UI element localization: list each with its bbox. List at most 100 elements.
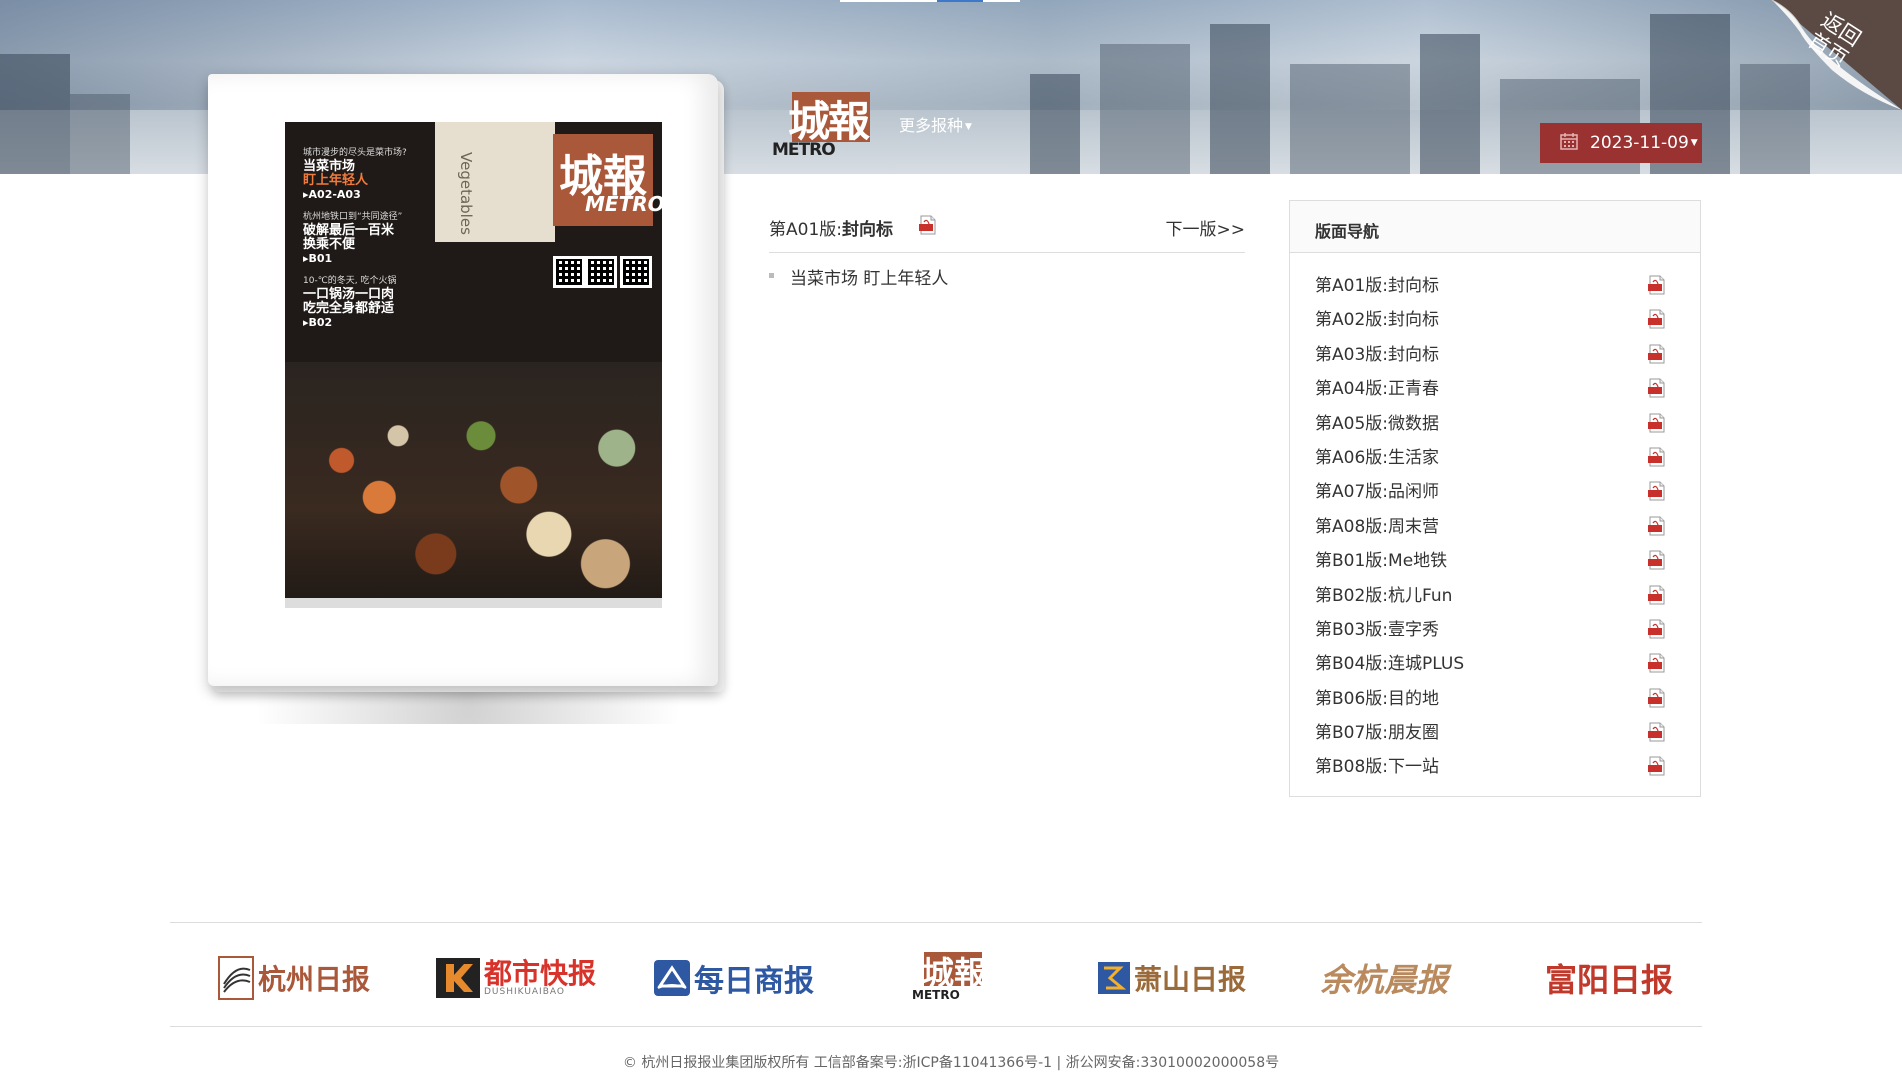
banner-building [70, 94, 130, 174]
edition-header: 第A01版:封向标 下一版>> [769, 212, 1245, 253]
footer-divider [170, 922, 1702, 923]
nav-item-label: 第A08版:周末营 [1315, 516, 1439, 537]
cover-headline: 城市漫步的尽头是菜市场? 当菜市场 盯上年轻人 ▸A02-A03 [303, 146, 453, 202]
headline-title: 吃完全身都舒适 [303, 301, 395, 316]
cover-headline: 10-℃的冬天, 吃个火锅 一口锅汤一口肉 吃完全身都舒适 ▸B02 [303, 274, 453, 330]
banner-top-bar [840, 0, 1020, 2]
edition-nav-list: 第A01版:封向标 第A02版:封向标 第A03版:封向标 第A04版:正青春 … [1290, 253, 1700, 787]
nav-item[interactable]: 第B02版:杭儿Fun [1290, 581, 1700, 615]
pdf-icon[interactable] [1648, 481, 1666, 501]
partner-dushi-kuaibao[interactable]: 都市快报 DUSHIKUAIBAO [436, 952, 596, 1004]
pdf-file-icon [1648, 550, 1665, 570]
cover-sign-text: Vegetables [457, 152, 475, 235]
pdf-icon[interactable] [1648, 619, 1666, 639]
metro-logo[interactable]: 城報 METRO [772, 92, 880, 162]
edition-nav-panel: 版面导航 第A01版:封向标 第A02版:封向标 第A03版:封向标 第A04版… [1289, 200, 1701, 797]
partner-name: 杭州日报 [258, 963, 371, 996]
pdf-file-icon [1648, 447, 1665, 467]
pdf-icon[interactable] [1648, 516, 1666, 536]
daily-business-logo-icon [654, 960, 690, 996]
banner-building [1210, 24, 1270, 174]
nav-item-label: 第B04版:连城PLUS [1315, 654, 1465, 675]
pdf-file-icon [1648, 722, 1665, 742]
partner-metro[interactable]: 城報 METRO [912, 952, 992, 1004]
cover-headlines: 城市漫步的尽头是菜市场? 当菜市场 盯上年轻人 ▸A02-A03 杭州地铁口到“… [303, 146, 453, 338]
nav-item[interactable]: 第B03版:壹字秀 [1290, 615, 1700, 649]
pdf-file-icon [919, 215, 936, 235]
nav-item[interactable]: 第B06版:目的地 [1290, 684, 1700, 718]
pdf-icon[interactable] [1648, 585, 1666, 605]
date-picker-button[interactable]: 2023-11-09 ▼ [1540, 123, 1702, 163]
banner-building [1290, 64, 1410, 174]
headline-kicker: 城市漫步的尽头是菜市场? [303, 148, 407, 158]
logo-en: METRO [772, 140, 836, 160]
nav-item[interactable]: 第A03版:封向标 [1290, 340, 1700, 374]
pdf-file-icon [1648, 516, 1665, 536]
partner-xiaoshan-daily[interactable]: 萧山日报 [1098, 952, 1246, 1004]
article-link[interactable]: 当菜市场 盯上年轻人 [769, 264, 1245, 292]
dushi-kuaibao-logo-icon [436, 958, 480, 998]
partner-daily-business[interactable]: 每日商报 [654, 952, 814, 1004]
nav-item[interactable]: 第B04版:连城PLUS [1290, 649, 1700, 683]
metro-partner-logo: 城報 METRO [912, 952, 992, 1004]
partner-hangzhou-daily[interactable]: 杭州日报 [218, 952, 370, 1004]
pdf-file-icon [1648, 378, 1665, 398]
banner-building [1100, 44, 1190, 174]
pdf-icon[interactable] [1648, 275, 1666, 295]
cover-footer-strip [285, 598, 662, 608]
headline-page-ref: ▸B02 [303, 316, 333, 329]
nav-item[interactable]: 第B07版:朋友圈 [1290, 718, 1700, 752]
copyright: © 杭州日报报业集团版权所有 工信部备案号:浙ICP备11041366号-1 |… [622, 1055, 1280, 1071]
nav-item[interactable]: 第A07版:品闲师 [1290, 477, 1700, 511]
pdf-icon[interactable] [1648, 344, 1666, 364]
cover-headline: 杭州地铁口到“共同途径” 破解最后一百米 换乘不便 ▸B01 [303, 210, 453, 266]
pdf-icon[interactable] [1648, 688, 1666, 708]
nav-item[interactable]: 第B08版:下一站 [1290, 752, 1700, 786]
article-list: 当菜市场 盯上年轻人 [769, 264, 1245, 292]
partner-sub: METRO [912, 988, 960, 1002]
partner-text: 都市快报 DUSHIKUAIBAO [484, 959, 596, 997]
nav-item-label: 第B08版:下一站 [1315, 757, 1440, 778]
nav-item-label: 第A06版:生活家 [1315, 447, 1439, 468]
pdf-icon[interactable] [1648, 550, 1666, 570]
pdf-icon[interactable] [1648, 447, 1666, 467]
headline-title: 破解最后一百米 [303, 223, 395, 238]
pdf-icon[interactable] [1648, 653, 1666, 673]
nav-item[interactable]: 第A01版:封向标 [1290, 271, 1700, 305]
pdf-icon[interactable] [1648, 309, 1666, 329]
front-page-image[interactable]: Vegetables 城報 METRO 城市漫步的尽头是菜市场? 当菜市场 盯上… [285, 122, 662, 608]
nav-item[interactable]: 第A06版:生活家 [1290, 443, 1700, 477]
nav-item-label: 第A03版:封向标 [1315, 344, 1439, 365]
pdf-icon[interactable] [1648, 756, 1666, 776]
pdf-icon[interactable] [1648, 413, 1666, 433]
pdf-file-icon [1648, 756, 1665, 776]
pdf-icon[interactable] [1648, 722, 1666, 742]
pdf-file-icon [1648, 585, 1665, 605]
partner-sub: DUSHIKUAIBAO [484, 986, 565, 997]
headline-title: 换乘不便 [303, 237, 356, 252]
newspaper-book: Vegetables 城報 METRO 城市漫步的尽头是菜市场? 当菜市场 盯上… [208, 74, 728, 724]
nav-item-label: 第B02版:杭儿Fun [1315, 585, 1453, 606]
more-papers-dropdown[interactable]: 更多报种 ▼ [899, 112, 972, 136]
partner-name: 余杭晨报 [1320, 961, 1449, 999]
nav-item-label: 第B01版:Me地铁 [1315, 551, 1448, 572]
hangzhou-daily-logo-icon [218, 956, 254, 1000]
partner-yuhang-morning[interactable]: 余杭晨报 [1320, 952, 1448, 1004]
pdf-icon[interactable] [1648, 378, 1666, 398]
current-edition-label: 第A01版:封向标 [769, 215, 893, 240]
pdf-file-icon [1648, 309, 1665, 329]
cover-photo-vegetables [285, 362, 662, 608]
pdf-icon[interactable] [919, 215, 937, 235]
banner-building [1030, 74, 1080, 174]
nav-item[interactable]: 第A05版:微数据 [1290, 409, 1700, 443]
nav-item[interactable]: 第A02版:封向标 [1290, 305, 1700, 339]
cover-masthead-en: METRO [585, 192, 662, 216]
nav-item[interactable]: 第A08版:周末营 [1290, 512, 1700, 546]
partner-fuyang-daily[interactable]: 富阳日报 [1545, 952, 1673, 1004]
back-home-corner[interactable]: 返回首页 [1752, 0, 1902, 110]
headline-kicker: 10-℃的冬天, 吃个火锅 [303, 276, 397, 286]
nav-item[interactable]: 第A04版:正青春 [1290, 374, 1700, 408]
next-edition-link[interactable]: 下一版>> [1166, 215, 1246, 240]
nav-item[interactable]: 第B01版:Me地铁 [1290, 546, 1700, 580]
pdf-file-icon [1648, 481, 1665, 501]
